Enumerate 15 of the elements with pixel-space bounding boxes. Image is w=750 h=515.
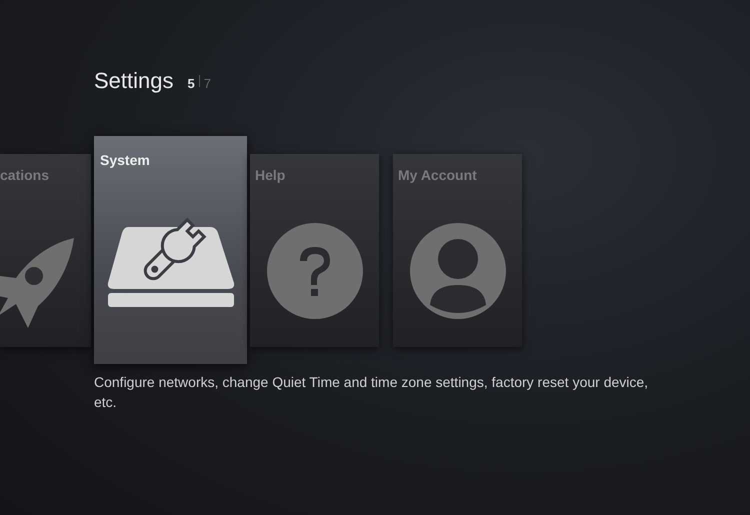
help-icon [266,222,362,318]
page-total: 7 [204,75,211,93]
user-avatar-icon [410,222,506,318]
card-label: cations [0,166,50,182]
category-card[interactable]: cations [0,154,91,346]
page-title: Settings [94,67,174,95]
category-card[interactable]: My Account [393,154,522,346]
page-number: 5 [188,75,195,93]
description-text: Configure networks, change Quiet Time and time zone settings, factory reset your device, etc. [94,373,650,412]
category-card[interactable]: System [94,136,247,364]
category-card[interactable]: Help [250,154,379,346]
card-label: Help [255,166,286,182]
card-label: My Account [398,166,477,182]
rocket-icon [0,236,76,330]
card-label: System [100,152,150,168]
